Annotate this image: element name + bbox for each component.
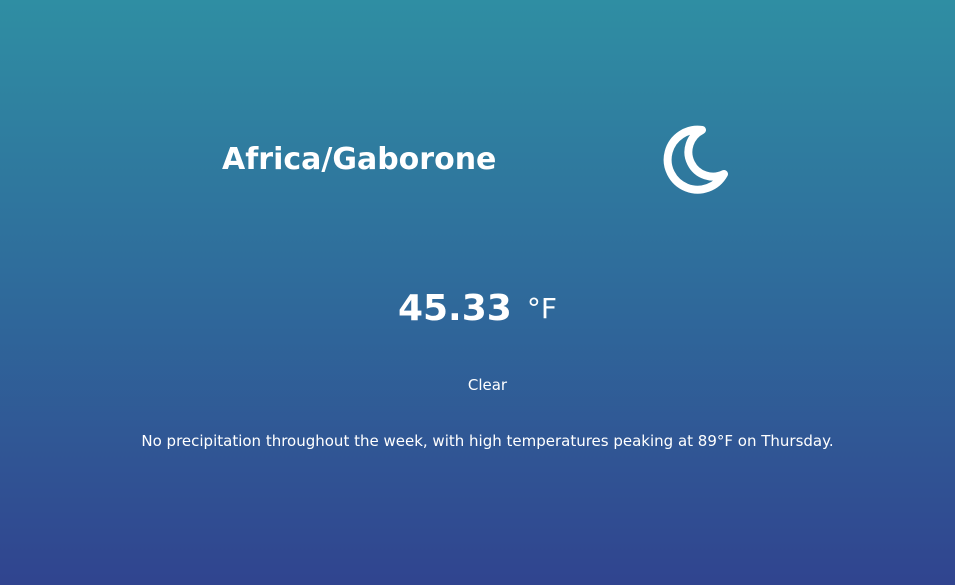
weekly-summary: No precipitation throughout the week, wi… — [141, 432, 834, 450]
temperature-display: 45.33 °F — [0, 288, 955, 329]
moon-icon — [654, 120, 734, 200]
location-title: Africa/Gaborone — [222, 142, 497, 177]
weather-condition: Clear — [467, 376, 508, 394]
temperature-value: 45.33 — [397, 288, 512, 329]
temperature-unit: °F — [526, 292, 558, 325]
